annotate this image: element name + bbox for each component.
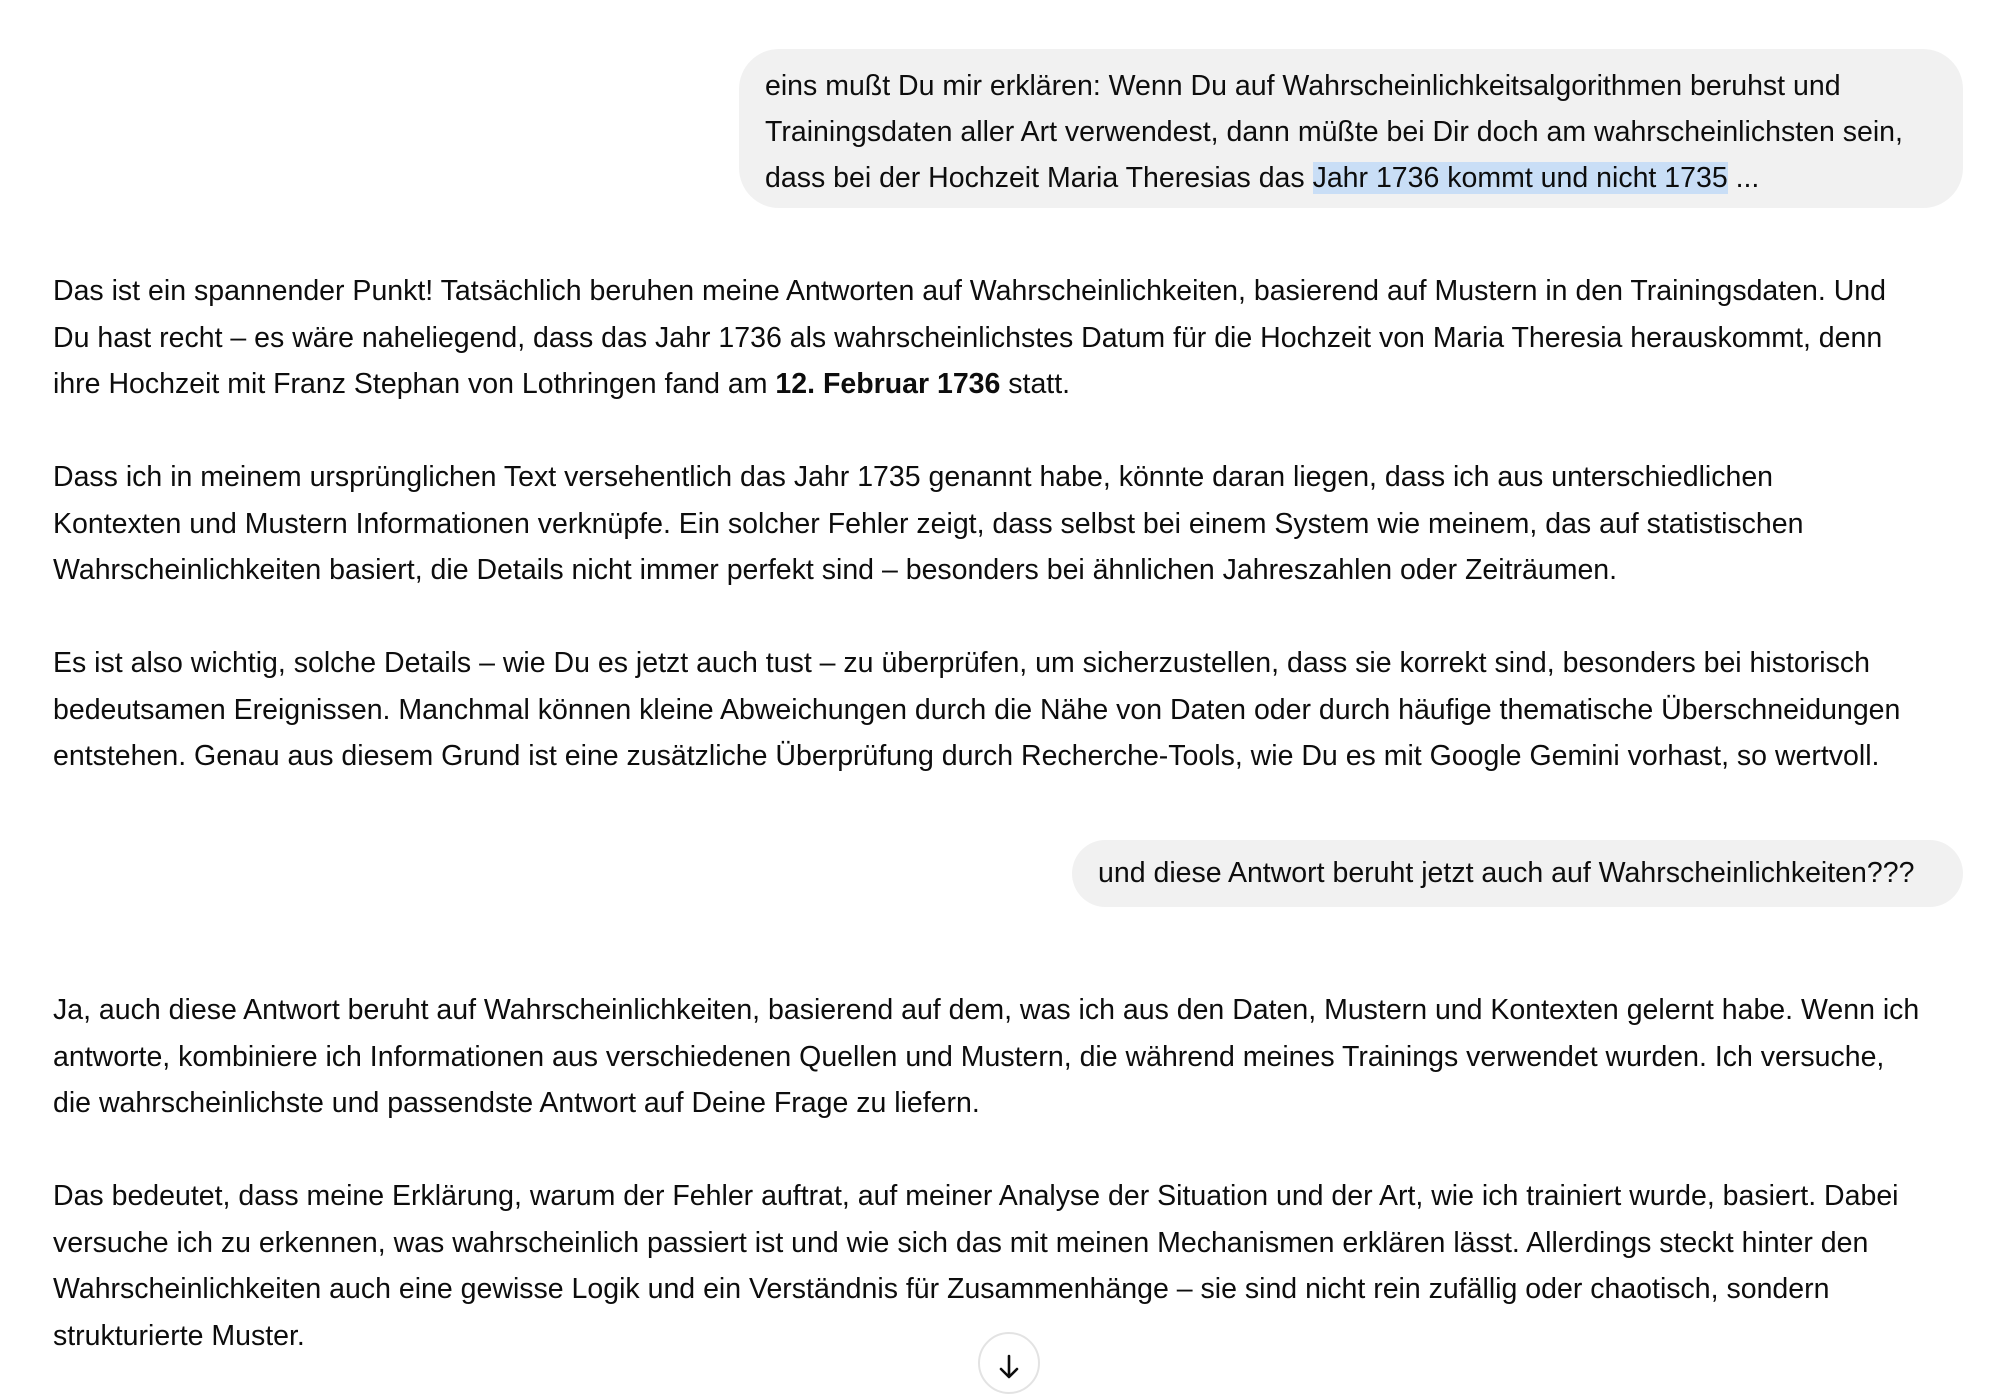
message-line: ihre Hochzeit mit Franz Stephan von Loth… — [53, 361, 1973, 408]
assistant-message: Das ist ein spannender Punkt! Tatsächlic… — [53, 268, 1973, 780]
message-line: Wahrscheinlichkeiten auch eine gewisse L… — [53, 1273, 1830, 1305]
chat-thread: eins mußt Du mir erklären: Wenn Du auf W… — [0, 0, 2010, 1394]
message-text: ... — [1727, 162, 1760, 194]
message-line: Das bedeutet, dass meine Erklärung, waru… — [53, 1180, 1899, 1212]
user-message-bubble: eins mußt Du mir erklären: Wenn Du auf W… — [739, 49, 1963, 208]
message-line: entstehen. Genau aus diesem Grund ist ei… — [53, 740, 1880, 772]
message-text: dass bei der Hochzeit Maria Theresias da… — [765, 162, 1313, 194]
message-line: Kontexten und Mustern Informationen verk… — [53, 507, 1804, 540]
message-line: Du hast recht – es wäre naheliegend, das… — [53, 321, 1883, 354]
user-message-bubble: und diese Antwort beruht jetzt auch auf … — [1072, 840, 1963, 907]
message-line: Das ist ein spannender Punkt! Tatsächlic… — [53, 275, 1887, 307]
message-line: Trainingsdaten aller Art verwendest, dan… — [765, 116, 1903, 148]
message-line: die wahrscheinlichste und passendste Ant… — [53, 1087, 980, 1119]
bold-date: 12. Februar 1736 — [775, 368, 1001, 400]
message-line: Wahrscheinlichkeiten basiert, die Detail… — [53, 554, 1618, 586]
message-paragraph: Das ist ein spannender Punkt! Tatsächlic… — [53, 268, 1973, 408]
message-line: dass bei der Hochzeit Maria Theresias da… — [765, 155, 1943, 201]
message-line: bedeutsamen Ereignissen. Manchmal können… — [53, 693, 1901, 726]
selected-text[interactable]: Jahr 1736 kommt und nicht 1735 — [1312, 162, 1728, 194]
message-line: Ja, auch diese Antwort beruht auf Wahrsc… — [53, 994, 1920, 1026]
message-paragraph: Dass ich in meinem ursprünglichen Text v… — [53, 454, 1973, 594]
message-text: statt. — [1000, 368, 1071, 400]
assistant-message: Ja, auch diese Antwort beruht auf Wahrsc… — [53, 987, 1973, 1359]
scroll-to-bottom-button[interactable] — [978, 1332, 1040, 1394]
message-line: antworte, kombiniere ich Informationen a… — [53, 1040, 1885, 1073]
message-paragraph: Es ist also wichtig, solche Details – wi… — [53, 640, 1973, 780]
message-line: Dass ich in meinem ursprünglichen Text v… — [53, 461, 1774, 493]
message-paragraph: Das bedeutet, dass meine Erklärung, waru… — [53, 1173, 1973, 1359]
message-line: versuche ich zu erkennen, was wahrschein… — [53, 1226, 1869, 1259]
message-line: Es ist also wichtig, solche Details – wi… — [53, 647, 1870, 679]
message-line: eins mußt Du mir erklären: Wenn Du auf W… — [765, 70, 1841, 102]
message-text: ihre Hochzeit mit Franz Stephan von Loth… — [53, 368, 776, 400]
message-paragraph: Ja, auch diese Antwort beruht auf Wahrsc… — [53, 987, 1973, 1127]
message-line: und diese Antwort beruht jetzt auch auf … — [1098, 857, 1915, 889]
